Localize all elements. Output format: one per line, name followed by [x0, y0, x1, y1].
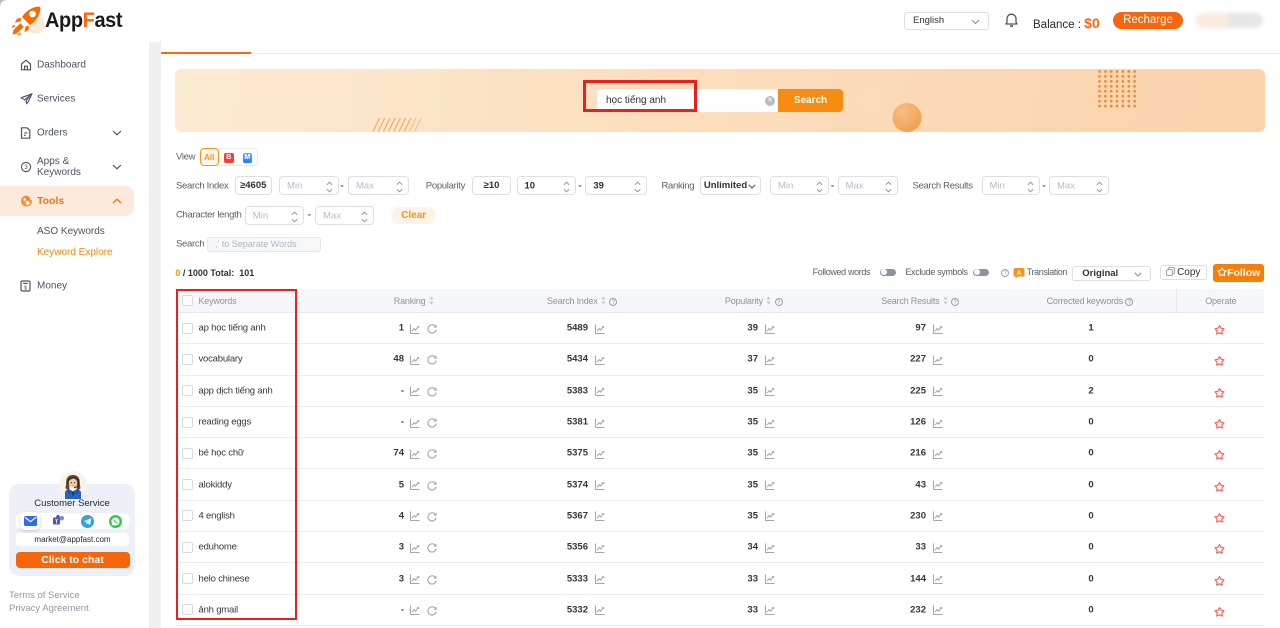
svg-text:3: 3 — [24, 165, 28, 171]
svg-text:A: A — [1016, 270, 1021, 277]
svg-text:$: $ — [24, 285, 27, 291]
